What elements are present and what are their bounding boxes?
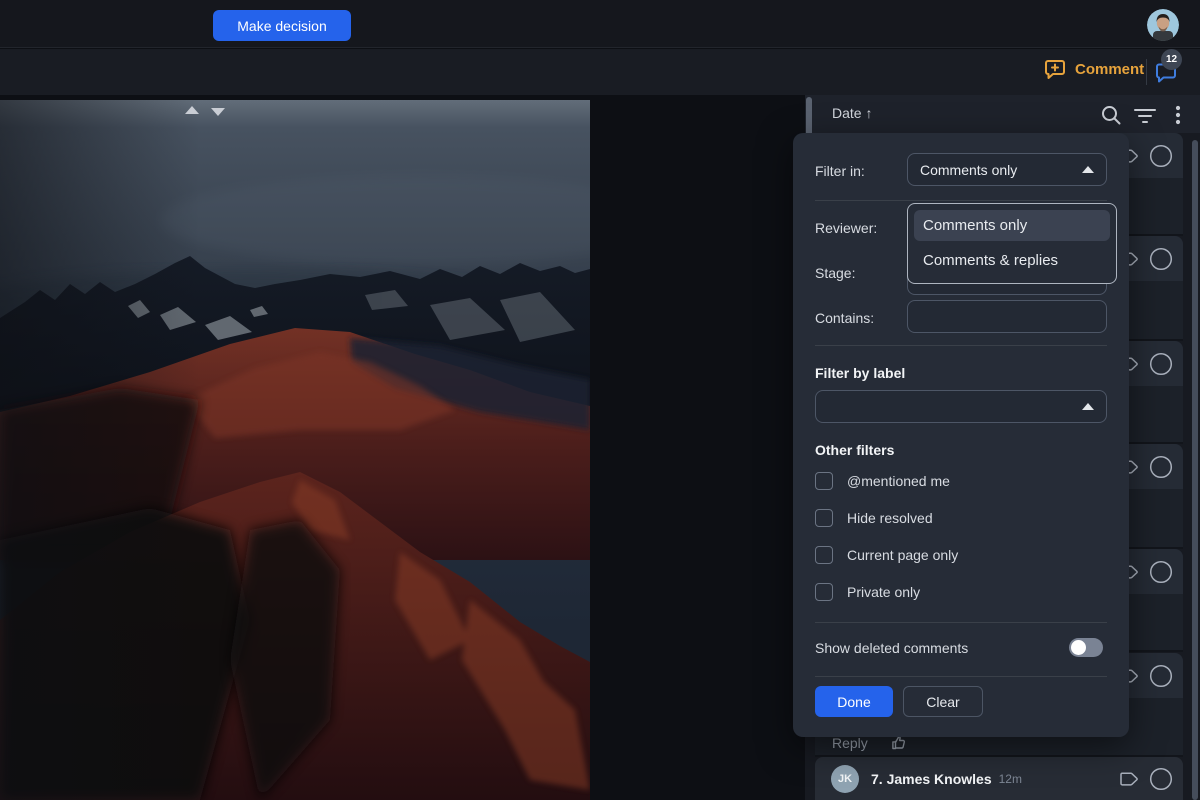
contains-label: Contains: xyxy=(815,310,874,326)
show-deleted-toggle[interactable] xyxy=(1069,638,1103,657)
search-icon[interactable] xyxy=(1099,103,1123,127)
app-window: Reply JK 7. James Knowles 12m Date ↑ xyxy=(0,0,1200,800)
filter-in-label: Filter in: xyxy=(815,163,865,179)
comment-count-badge: 12 xyxy=(1161,49,1182,70)
filter-in-value: Comments only xyxy=(920,162,1017,178)
checkbox-hide-resolved[interactable]: Hide resolved xyxy=(815,509,933,527)
resolve-circle-icon[interactable] xyxy=(1149,560,1173,584)
checkbox-mentioned-me[interactable]: @mentioned me xyxy=(815,472,950,490)
resolve-circle-icon[interactable] xyxy=(1149,352,1173,376)
comment-plus-icon xyxy=(1044,58,1066,80)
sort-ascending-arrow: ↑ xyxy=(865,105,872,121)
contains-input[interactable] xyxy=(907,300,1107,333)
checkbox-label: Private only xyxy=(847,584,920,600)
checkbox-icon[interactable] xyxy=(815,509,833,527)
filter-by-label-heading: Filter by label xyxy=(815,365,905,381)
toggle-knob xyxy=(1071,640,1086,655)
kebab-menu-icon[interactable] xyxy=(1166,103,1190,127)
reviewed-image-mountains xyxy=(0,100,590,800)
comments-filter-popup: Filter in: Comments only Reviewer: Stage… xyxy=(793,133,1129,737)
show-deleted-label: Show deleted comments xyxy=(815,640,968,656)
resolve-circle-icon[interactable] xyxy=(1149,455,1173,479)
done-button[interactable]: Done xyxy=(815,686,893,717)
comment-author: 7. James Knowles xyxy=(871,771,992,787)
other-filters-heading: Other filters xyxy=(815,442,894,458)
resolve-circle-icon[interactable] xyxy=(1149,247,1173,271)
filter-in-dropdown-menu: Comments only Comments & replies xyxy=(907,203,1117,284)
comment-button-label: Comment xyxy=(1075,61,1144,78)
checkbox-private-only[interactable]: Private only xyxy=(815,583,920,601)
sort-by-date-control[interactable]: Date ↑ xyxy=(832,105,872,121)
clear-button[interactable]: Clear xyxy=(903,686,983,717)
checkbox-current-page-only[interactable]: Current page only xyxy=(815,546,958,564)
user-avatar[interactable] xyxy=(1147,9,1179,41)
filter-in-select[interactable]: Comments only xyxy=(907,153,1107,186)
comment-button[interactable]: Comment xyxy=(1044,58,1144,80)
label-select[interactable] xyxy=(815,390,1107,423)
checkbox-icon[interactable] xyxy=(815,472,833,490)
stage-label: Stage: xyxy=(815,265,855,281)
resolve-circle-icon[interactable] xyxy=(1149,144,1173,168)
comment-row-james-knowles[interactable]: JK 7. James Knowles 12m xyxy=(815,757,1183,800)
checkbox-label: Hide resolved xyxy=(847,510,933,526)
avatar-initials: JK xyxy=(831,765,859,793)
label-tag-icon[interactable] xyxy=(1120,772,1139,786)
dropdown-option-comments-only[interactable]: Comments only xyxy=(914,210,1110,241)
reviewer-label: Reviewer: xyxy=(815,220,877,236)
resolve-circle-icon[interactable] xyxy=(1149,664,1173,688)
comment-timestamp: 12m xyxy=(999,772,1022,786)
checkbox-label: @mentioned me xyxy=(847,473,950,489)
checkbox-icon[interactable] xyxy=(815,583,833,601)
checkbox-icon[interactable] xyxy=(815,546,833,564)
sort-label: Date xyxy=(832,105,862,121)
filter-icon[interactable] xyxy=(1133,103,1157,127)
top-bar xyxy=(0,0,1200,48)
dropdown-option-comments-replies[interactable]: Comments & replies xyxy=(914,245,1110,276)
make-decision-button[interactable]: Make decision xyxy=(213,10,351,41)
chevron-up-icon xyxy=(1082,403,1094,410)
list-scrollbar-thumb[interactable] xyxy=(1192,140,1198,800)
secondary-toolbar xyxy=(0,49,1200,95)
sort-ascending-button[interactable] xyxy=(185,106,199,114)
checkbox-label: Current page only xyxy=(847,547,958,563)
chevron-up-icon xyxy=(1082,166,1094,173)
sort-descending-button[interactable] xyxy=(211,108,225,116)
resolve-circle-icon[interactable] xyxy=(1149,767,1173,791)
